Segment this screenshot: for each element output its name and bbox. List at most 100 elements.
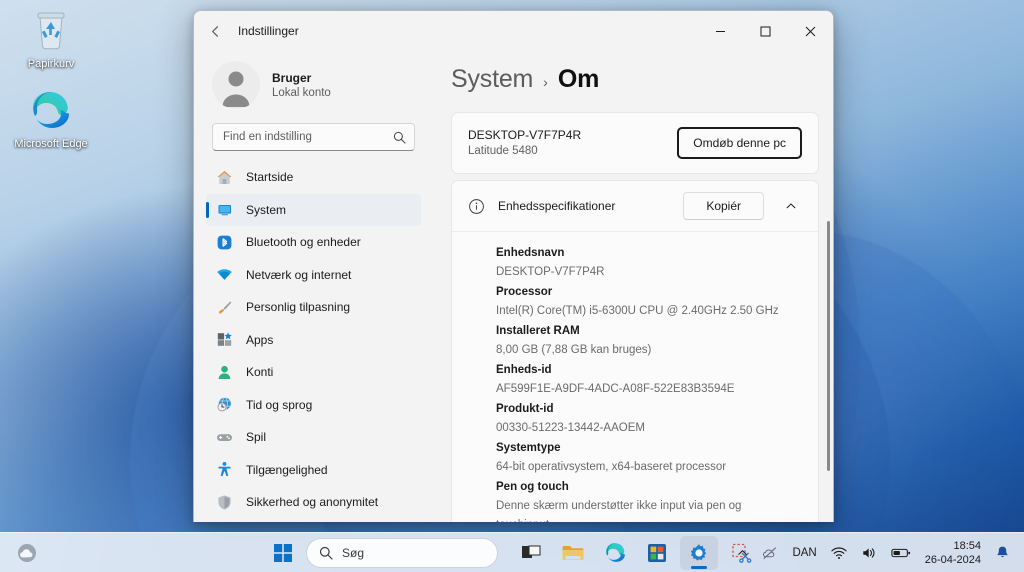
sidebar-item-konti[interactable]: Konti (206, 356, 421, 388)
edge-icon (8, 86, 94, 134)
taskbar-task-view-button[interactable] (512, 536, 550, 570)
desktop-icon-microsoft-edge[interactable]: Microsoft Edge (8, 86, 94, 151)
sidebar-item-bluetooth-og-enheder[interactable]: Bluetooth og enheder (206, 226, 421, 258)
sidebar-item-personlig-tilpasning[interactable]: Personlig tilpasning (206, 291, 421, 323)
window-title: Indstillinger (238, 24, 299, 38)
system-tray: DAN (731, 538, 1016, 568)
scrollbar-thumb[interactable] (827, 221, 830, 471)
copy-button[interactable]: Kopiér (683, 192, 764, 220)
account-type: Lokal konto (272, 86, 331, 101)
taskbar-file-explorer-button[interactable] (554, 536, 592, 570)
desktop[interactable]: Papirkurv Microsoft Edge (0, 0, 1024, 572)
spec-label: Processor (496, 283, 802, 302)
tray-clock[interactable]: 18:54 26-04-2024 (919, 539, 987, 567)
speaker-icon (861, 545, 877, 561)
taskbar-search-label: Søg (342, 546, 364, 560)
desktop-icon-label: Papirkurv (8, 58, 94, 71)
battery-icon (891, 546, 911, 560)
sidebar-item-label: Personlig tilpasning (246, 300, 350, 314)
search-icon[interactable] (390, 128, 408, 146)
maximize-button[interactable] (743, 11, 788, 51)
rename-pc-button[interactable]: Omdøb denne pc (677, 127, 802, 159)
settings-window[interactable]: Indstillinger (193, 10, 834, 522)
taskbar-settings-button[interactable] (680, 536, 718, 570)
spec-value: 00330-51223-13442-AAOEM (496, 419, 802, 438)
specs-title: Enhedsspecifikationer (498, 199, 670, 213)
sidebar-item-label: Konti (246, 365, 273, 379)
sidebar-item-label: Netværk og internet (246, 268, 351, 282)
avatar (212, 61, 260, 109)
close-button[interactable] (788, 11, 833, 51)
chevron-up-icon (737, 547, 748, 558)
search-input[interactable] (213, 124, 414, 150)
bell-icon (995, 545, 1010, 560)
tray-wifi-button[interactable] (825, 538, 853, 568)
search-box[interactable] (212, 123, 415, 151)
sidebar-item-tid-og-sprog[interactable]: Tid og sprog (206, 389, 421, 421)
window-controls (698, 11, 833, 51)
sidebar-item-spil[interactable]: Spil (206, 421, 421, 453)
spec-label: Installeret RAM (496, 322, 802, 341)
account-card[interactable]: Bruger Lokal konto (200, 51, 427, 123)
spec-value: AF599F1E-A9DF-4ADC-A08F-522E83B3594E (496, 380, 802, 399)
sidebar-item-startside[interactable]: Startside (206, 161, 421, 193)
taskbar-microsoft-edge-button[interactable] (596, 536, 634, 570)
windows-start-icon (273, 543, 293, 563)
breadcrumb-parent[interactable]: System (451, 65, 533, 94)
tray-notifications-button[interactable] (989, 538, 1016, 568)
home-icon (216, 169, 233, 186)
tray-language-indicator[interactable]: DAN (786, 538, 822, 568)
gamepad-icon (216, 429, 233, 446)
taskbar: Søg (0, 532, 1024, 572)
maximize-icon (760, 26, 771, 37)
recycle-bin-icon (8, 6, 94, 54)
taskbar-search-box[interactable]: Søg (306, 538, 498, 568)
start-button[interactable] (264, 536, 302, 570)
account-name: Bruger (272, 70, 331, 86)
info-circle-icon (468, 198, 485, 215)
taskbar-microsoft-store-button[interactable] (638, 536, 676, 570)
window-titlebar[interactable]: Indstillinger (194, 11, 833, 51)
close-icon (805, 26, 816, 37)
arrow-left-icon (208, 24, 223, 39)
search-icon (319, 546, 333, 560)
bluetooth-icon (216, 234, 233, 251)
taskbar-weather-widget[interactable] (14, 540, 40, 566)
search-row (200, 123, 427, 161)
sidebar-item-netvaerk-og-internet[interactable]: Netværk og internet (206, 259, 421, 291)
back-button[interactable] (200, 16, 230, 46)
shield-icon (216, 494, 233, 511)
tray-volume-button[interactable] (855, 538, 883, 568)
page-title: Om (558, 65, 599, 94)
sidebar-item-label: System (246, 203, 286, 217)
spec-value: Denne skærm understøtter ikke input via … (496, 497, 766, 522)
sidebar-item-system[interactable]: System (206, 194, 421, 226)
edge-icon (604, 541, 627, 564)
sidebar-item-apps[interactable]: Apps (206, 324, 421, 356)
specs-header[interactable]: Enhedsspecifikationer Kopiér (452, 181, 818, 232)
tray-overflow-button[interactable] (731, 538, 754, 568)
collapse-specs-button[interactable] (777, 192, 805, 220)
spec-label: Enheds-id (496, 361, 802, 380)
task-view-icon (520, 542, 542, 564)
spec-value: Intel(R) Core(TM) i5-6300U CPU @ 2.40GHz… (496, 302, 802, 321)
device-card: DESKTOP-V7F7P4R Latitude 5480 Omdøb denn… (451, 112, 819, 174)
monitor-icon (216, 201, 233, 218)
account-icon (216, 364, 233, 381)
account-text: Bruger Lokal konto (272, 70, 331, 101)
wifi-icon (216, 266, 233, 283)
sidebar-item-label: Sikkerhed og anonymitet (246, 495, 378, 509)
desktop-icon-recycle-bin[interactable]: Papirkurv (8, 6, 94, 71)
tray-onedrive-button[interactable] (756, 538, 784, 568)
store-icon (646, 542, 668, 564)
minimize-button[interactable] (698, 11, 743, 51)
sidebar-item-sikkerhed-og-anonymitet[interactable]: Sikkerhed og anonymitet (206, 486, 421, 518)
sidebar-item-label: Tilgængelighed (246, 463, 328, 477)
device-name: DESKTOP-V7F7P4R (468, 127, 581, 144)
sidebar-item-tilgaengelighed[interactable]: Tilgængelighed (206, 454, 421, 486)
sidebar-item-label: Bluetooth og enheder (246, 235, 361, 249)
tray-battery-button[interactable] (885, 538, 917, 568)
sidebar-nav: Startside System (200, 161, 427, 522)
device-model: Latitude 5480 (468, 144, 581, 159)
taskbar-center: Søg (264, 536, 760, 570)
